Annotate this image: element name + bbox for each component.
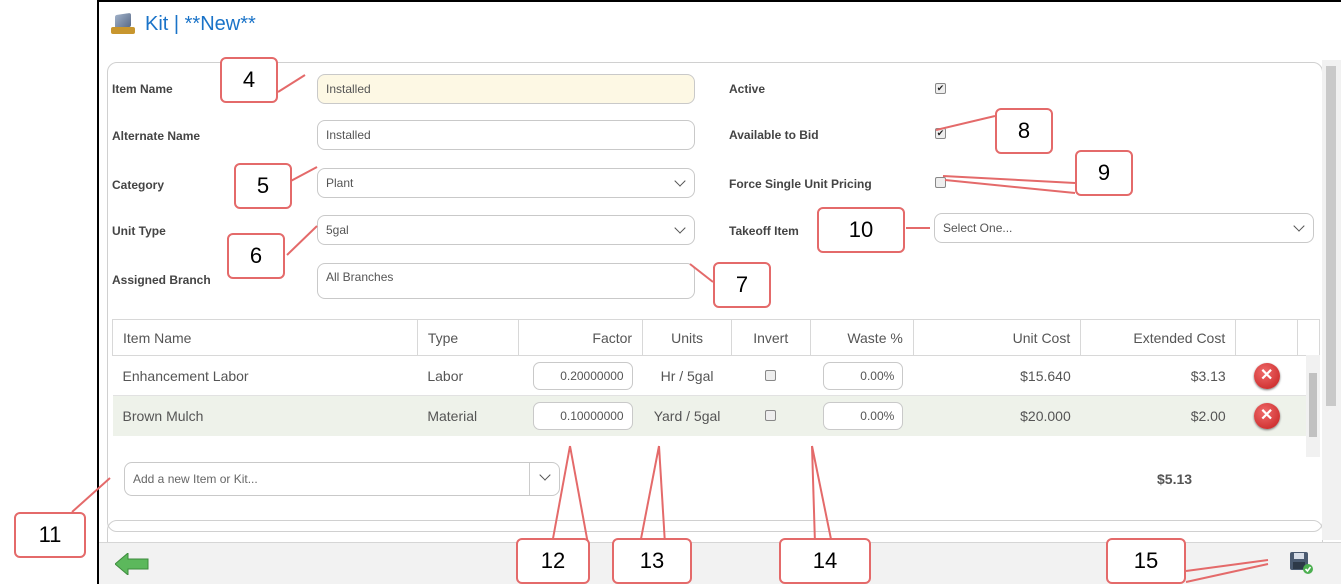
callout-8: 8 (995, 108, 1053, 154)
factor-input[interactable]: 0.10000000 (532, 401, 633, 430)
force-single-unit-checkbox[interactable] (935, 177, 946, 188)
available-to-bid-label: Available to Bid (729, 128, 819, 142)
table-scrollbar[interactable] (1306, 355, 1320, 457)
kit-items-table: Item Name Type Factor Units Invert Waste… (112, 319, 1320, 436)
page-title: Kit | **New** (145, 12, 256, 35)
chevron-down-icon (1293, 220, 1305, 232)
callout-4: 4 (220, 57, 278, 103)
category-label: Category (112, 178, 165, 192)
col-type: Type (416, 319, 520, 356)
factor-input[interactable]: 0.20000000 (532, 361, 633, 390)
alternate-name-label: Alternate Name (112, 129, 201, 143)
add-item-combobox[interactable]: Add a new Item or Kit... (124, 462, 560, 496)
takeoff-item-value: Select One... (943, 221, 1013, 235)
kit-icon (111, 12, 137, 35)
invert-checkbox[interactable] (765, 369, 777, 381)
save-icon[interactable] (1289, 551, 1313, 575)
col-item-name: Item Name (112, 319, 418, 356)
callout-14: 14 (779, 538, 871, 584)
active-checkbox[interactable]: ✔ (935, 83, 946, 94)
unit-type-label: Unit Type (112, 224, 166, 238)
table-row: Enhancement Labor Labor 0.20000000 Hr / … (112, 355, 1320, 396)
row-type: Labor (417, 355, 519, 396)
back-arrow-icon[interactable] (115, 553, 149, 575)
callout-5: 5 (234, 163, 292, 209)
table-header-row: Item Name Type Factor Units Invert Waste… (112, 319, 1320, 356)
row-unit-cost: $15.640 (913, 355, 1081, 396)
title-bar: Kit | **New** (99, 2, 1341, 46)
takeoff-item-label: Takeoff Item (729, 224, 799, 238)
chevron-down-icon (674, 222, 686, 234)
col-actions (1235, 319, 1299, 356)
assigned-branch-label: Assigned Branch (112, 273, 211, 287)
callout-11: 11 (14, 512, 86, 558)
row-unit-cost: $20.000 (913, 395, 1081, 436)
col-factor: Factor (518, 319, 644, 356)
unit-type-select[interactable]: 5gal (317, 215, 695, 245)
row-item-name: Brown Mulch (112, 395, 418, 436)
waste-input[interactable]: 0.00% (823, 361, 904, 390)
col-scroll (1297, 319, 1320, 356)
unit-type-value: 5gal (326, 223, 349, 237)
col-extended-cost: Extended Cost (1080, 319, 1237, 356)
alternate-name-input[interactable]: Installed (317, 120, 695, 150)
callout-13: 13 (612, 538, 692, 584)
category-select[interactable]: Plant (317, 168, 695, 198)
available-to-bid-checkbox[interactable]: ✔ (935, 128, 946, 139)
col-invert: Invert (730, 319, 811, 356)
callout-7: 7 (713, 262, 771, 308)
assigned-branch-input[interactable]: All Branches (317, 263, 695, 299)
callout-10: 10 (817, 207, 905, 253)
item-name-input[interactable]: Installed (317, 74, 695, 104)
kit-total: $5.13 (1157, 471, 1193, 487)
callout-15: 15 (1106, 538, 1186, 584)
takeoff-item-select[interactable]: Select One... (934, 213, 1314, 243)
callout-9: 9 (1075, 150, 1133, 196)
add-item-placeholder: Add a new Item or Kit... (133, 472, 258, 486)
item-name-label: Item Name (112, 82, 173, 96)
col-waste: Waste % (809, 319, 914, 356)
waste-input[interactable]: 0.00% (823, 401, 904, 430)
callout-6: 6 (227, 233, 285, 279)
row-units: Hr / 5gal (642, 355, 732, 396)
delete-icon[interactable]: ✕ (1253, 402, 1280, 429)
table-row: Brown Mulch Material 0.10000000 Yard / 5… (112, 395, 1320, 436)
page-scrollbar[interactable] (1322, 60, 1341, 540)
force-single-unit-label: Force Single Unit Pricing (729, 177, 872, 191)
col-unit-cost: Unit Cost (912, 319, 1082, 356)
active-label: Active (729, 82, 766, 96)
delete-icon[interactable]: ✕ (1253, 362, 1280, 389)
chevron-down-icon (674, 175, 686, 187)
row-item-name: Enhancement Labor (112, 355, 418, 396)
row-units: Yard / 5gal (642, 395, 732, 436)
row-extended-cost: $3.13 (1080, 355, 1236, 396)
invert-checkbox[interactable] (765, 409, 777, 421)
row-type: Material (417, 395, 519, 436)
category-value: Plant (326, 176, 354, 190)
chevron-down-icon[interactable] (539, 469, 551, 481)
col-units: Units (642, 319, 732, 356)
row-extended-cost: $2.00 (1080, 395, 1236, 436)
callout-12: 12 (516, 538, 590, 584)
